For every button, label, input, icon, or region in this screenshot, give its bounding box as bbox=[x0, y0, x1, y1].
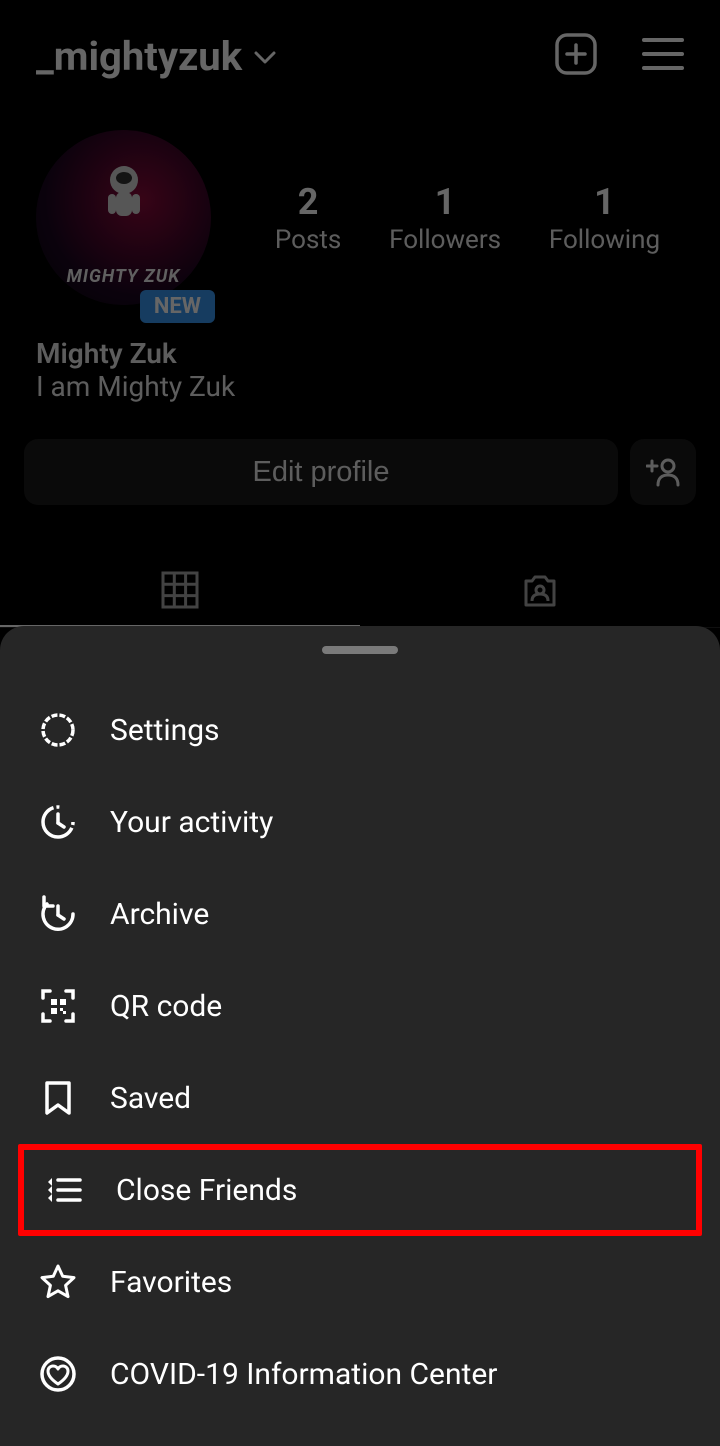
menu-label: Your activity bbox=[110, 805, 273, 840]
menu-covid[interactable]: COVID-19 Information Center bbox=[0, 1328, 720, 1420]
avatar: MIGHTY ZUK bbox=[36, 130, 211, 305]
stat-following[interactable]: 1 Following bbox=[549, 181, 660, 255]
menu-label: Close Friends bbox=[116, 1173, 297, 1208]
stat-value: 1 bbox=[549, 181, 660, 223]
tab-grid[interactable] bbox=[0, 555, 360, 627]
username-text: _mightyzuk bbox=[36, 33, 242, 80]
astronaut-icon bbox=[94, 160, 154, 240]
menu-qrcode[interactable]: QR code bbox=[0, 960, 720, 1052]
settings-icon bbox=[36, 708, 80, 752]
menu-label: Saved bbox=[110, 1081, 191, 1116]
stat-posts[interactable]: 2 Posts bbox=[275, 181, 341, 255]
menu-icon[interactable] bbox=[642, 37, 684, 75]
stat-value: 2 bbox=[275, 181, 341, 223]
close-friends-icon bbox=[42, 1168, 86, 1212]
stat-followers[interactable]: 1 Followers bbox=[389, 181, 501, 255]
covid-icon bbox=[36, 1352, 80, 1396]
menu-close-friends[interactable]: Close Friends bbox=[24, 1150, 696, 1230]
archive-icon bbox=[36, 892, 80, 936]
bio-section: Mighty Zuk I am Mighty Zuk bbox=[36, 337, 684, 403]
profile-tabs bbox=[0, 555, 720, 628]
favorites-icon bbox=[36, 1260, 80, 1304]
saved-icon bbox=[36, 1076, 80, 1120]
qr-icon bbox=[36, 984, 80, 1028]
menu-activity[interactable]: Your activity bbox=[0, 776, 720, 868]
menu-settings[interactable]: Settings bbox=[0, 684, 720, 776]
menu-archive[interactable]: Archive bbox=[0, 868, 720, 960]
menu-label: Archive bbox=[110, 897, 209, 932]
avatar-text: MIGHTY ZUK bbox=[67, 266, 181, 287]
menu-label: Settings bbox=[110, 713, 220, 748]
menu-label: COVID-19 Information Center bbox=[110, 1357, 497, 1392]
tab-tagged[interactable] bbox=[360, 555, 720, 627]
profile-actions: Edit profile bbox=[0, 439, 720, 505]
new-badge: NEW bbox=[140, 290, 215, 323]
menu-favorites[interactable]: Favorites bbox=[0, 1236, 720, 1328]
chevron-down-icon bbox=[254, 50, 276, 69]
display-name: Mighty Zuk bbox=[36, 337, 684, 370]
menu-label: QR code bbox=[110, 989, 222, 1024]
edit-profile-button[interactable]: Edit profile bbox=[24, 439, 618, 505]
drag-handle[interactable] bbox=[322, 646, 398, 654]
profile-row: MIGHTY ZUK NEW 2 Posts 1 Followers 1 Fol… bbox=[36, 130, 684, 305]
grid-icon bbox=[161, 571, 199, 609]
profile-header: _mightyzuk bbox=[0, 0, 720, 100]
stat-label: Following bbox=[549, 225, 660, 255]
stat-label: Followers bbox=[389, 225, 501, 255]
bottom-sheet-menu: Settings Your activity Archive QR code S… bbox=[0, 626, 720, 1446]
highlight-close-friends: Close Friends bbox=[18, 1144, 702, 1236]
bio-text: I am Mighty Zuk bbox=[36, 370, 684, 403]
menu-label: Favorites bbox=[110, 1265, 232, 1300]
avatar-container[interactable]: MIGHTY ZUK NEW bbox=[36, 130, 211, 305]
menu-saved[interactable]: Saved bbox=[0, 1052, 720, 1144]
tagged-icon bbox=[520, 571, 560, 611]
discover-people-button[interactable] bbox=[630, 439, 696, 505]
create-icon[interactable] bbox=[554, 32, 598, 80]
activity-icon bbox=[36, 800, 80, 844]
stat-value: 1 bbox=[389, 181, 501, 223]
profile-section: MIGHTY ZUK NEW 2 Posts 1 Followers 1 Fol… bbox=[0, 100, 720, 403]
add-user-icon bbox=[646, 457, 680, 487]
stat-label: Posts bbox=[275, 225, 341, 255]
username-dropdown[interactable]: _mightyzuk bbox=[36, 33, 276, 80]
profile-stats: 2 Posts 1 Followers 1 Following bbox=[251, 181, 684, 255]
header-actions bbox=[554, 32, 684, 80]
